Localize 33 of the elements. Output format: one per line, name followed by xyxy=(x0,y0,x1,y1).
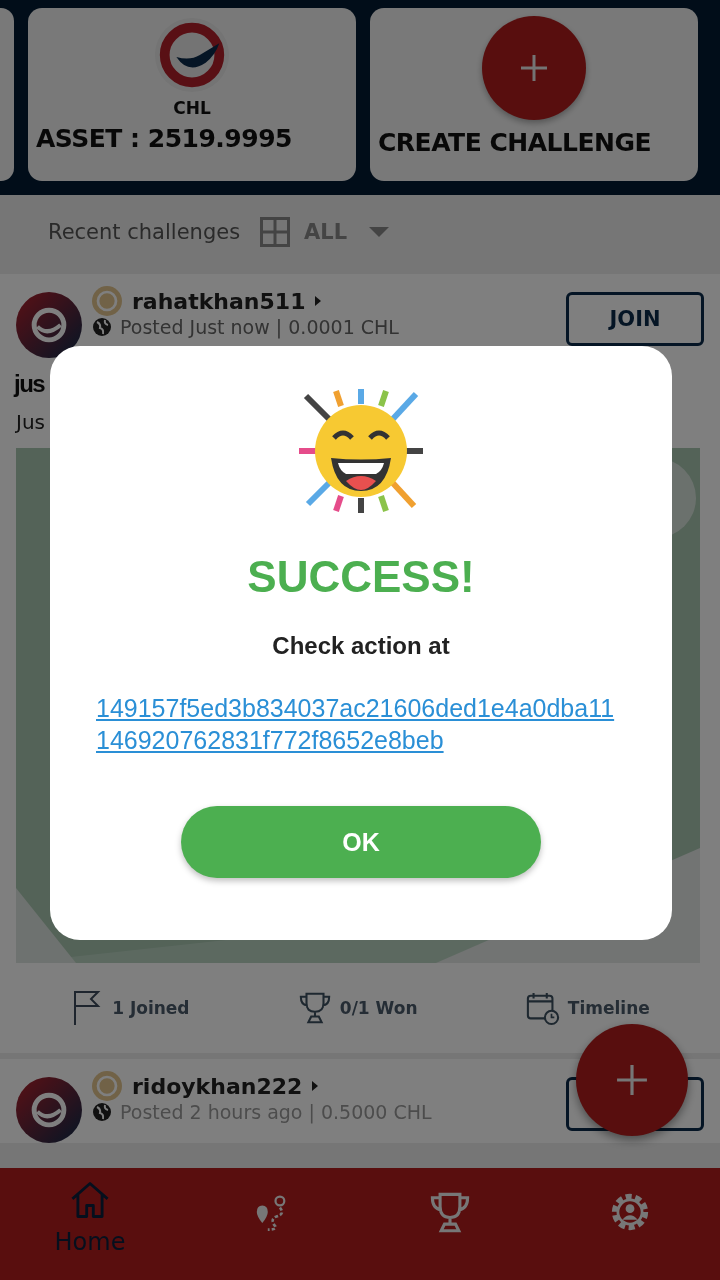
coin-icon xyxy=(92,286,122,316)
challenge-description: Jus xyxy=(16,410,46,434)
dialog-title: SUCCESS! xyxy=(247,552,475,602)
plus-icon xyxy=(616,1064,648,1096)
post-meta: Posted Just now | 0.0001 CHL xyxy=(120,316,399,338)
grid-icon xyxy=(260,216,291,247)
asset-amount: ASSET : 2519.9995 xyxy=(36,124,292,153)
stat-label: 0/1 Won xyxy=(339,998,418,1018)
stat-label: Timeline xyxy=(567,998,650,1018)
add-icon[interactable] xyxy=(482,16,586,120)
username-link[interactable]: ridoykhan222 xyxy=(132,1073,303,1099)
calendar-icon xyxy=(525,990,560,1026)
challenge-title: jus xyxy=(14,370,46,398)
transaction-link[interactable]: 149157f5ed3b834037ac21606ded1e4a0dba11146920762831f772f8652e8beb xyxy=(96,692,626,756)
stat-label: 1 Joined xyxy=(112,998,190,1018)
coin-icon xyxy=(92,1071,122,1101)
caret-icon[interactable] xyxy=(369,226,390,237)
section-title: Recent challenges xyxy=(48,219,241,244)
coin-label: CHL xyxy=(173,98,211,118)
ok-button[interactable]: OK xyxy=(181,806,541,878)
asset-card[interactable]: CHL ASSET : 2519.9995 xyxy=(28,8,356,181)
create-challenge-card[interactable]: CREATE CHALLENGE xyxy=(370,8,698,181)
trophy-icon xyxy=(297,990,332,1026)
globe-icon xyxy=(92,317,112,337)
username-link[interactable]: rahatkhan511 xyxy=(132,288,306,314)
laughing-emoji-icon xyxy=(296,386,426,516)
join-button[interactable]: JOIN xyxy=(566,292,704,346)
create-challenge-label: CREATE CHALLENGE xyxy=(378,128,651,157)
caret-icon xyxy=(312,1081,319,1091)
globe-icon xyxy=(92,1102,112,1122)
caret-icon xyxy=(315,296,322,306)
dialog-message: Check action at xyxy=(272,632,450,660)
trophy-icon xyxy=(428,1190,472,1234)
